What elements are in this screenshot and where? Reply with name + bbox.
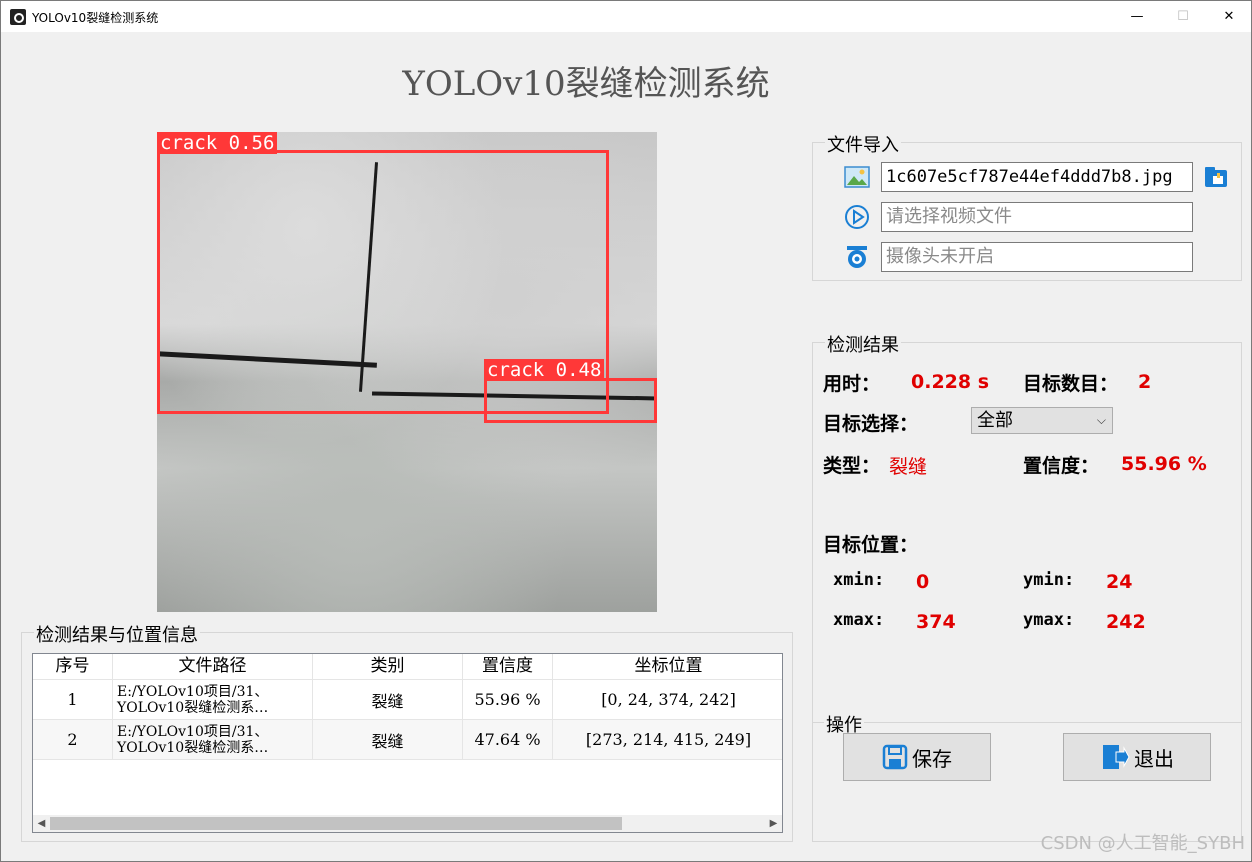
type-value: 裂缝 [889, 456, 928, 478]
camera-icon[interactable] [844, 244, 870, 270]
title-bar: YOLOv10裂缝检测系统 — ☐ ✕ [1, 1, 1251, 32]
horizontal-scrollbar[interactable]: ◀ ▶ [33, 815, 782, 832]
bbox-label: crack 0.56 [157, 132, 278, 154]
cell-index: 1 [33, 680, 113, 720]
video-path-field[interactable]: 请选择视频文件 [881, 202, 1193, 232]
scrollbar-thumb[interactable] [50, 817, 622, 830]
ymax-label: ymax: [1023, 610, 1075, 630]
table-row[interactable]: 1 E:/YOLOv10项目/31、 YOLOv10裂缝检测系… 裂缝 55.9… [33, 680, 782, 720]
cell-path: E:/YOLOv10项目/31、 YOLOv10裂缝检测系… [113, 720, 313, 760]
count-label: 目标数目： [1023, 373, 1119, 395]
results-title: 检测结果 [825, 331, 901, 357]
image-icon[interactable] [844, 164, 870, 190]
header-confidence[interactable]: 置信度 [463, 654, 553, 680]
save-label: 保存 [912, 746, 952, 771]
video-play-icon[interactable] [844, 204, 870, 230]
image-path-field[interactable]: 1c607e5cf787e44ef4ddd7b8.jpg [881, 162, 1193, 192]
window-title: YOLOv10裂缝检测系统 [32, 11, 159, 25]
save-button[interactable]: 保存 [843, 733, 991, 781]
target-select-label: 目标选择： [823, 413, 919, 435]
save-icon [882, 744, 908, 770]
minimize-button[interactable]: — [1114, 1, 1160, 32]
target-select[interactable]: 全部 ⌵ [971, 407, 1113, 434]
folder-open-icon[interactable] [1203, 164, 1229, 190]
detection-image: crack 0.56 crack 0.48 [157, 132, 657, 612]
type-label: 类型： [823, 455, 881, 477]
app-logo-icon [10, 9, 26, 25]
results-table[interactable]: 序号 文件路径 类别 置信度 坐标位置 1 E:/YOLOv10项目/31、 Y… [32, 653, 783, 833]
exit-icon [1103, 745, 1130, 769]
xmin-label: xmin: [833, 570, 885, 590]
xmin-value: 0 [916, 571, 930, 593]
table-title: 检测结果与位置信息 [34, 621, 200, 647]
bbox-label: crack 0.48 [484, 359, 605, 381]
chevron-down-icon: ⌵ [1096, 413, 1106, 427]
scroll-right-icon[interactable]: ▶ [765, 815, 782, 832]
header-index[interactable]: 序号 [33, 654, 113, 680]
cell-confidence: 55.96 % [463, 680, 553, 720]
cell-coords: [0, 24, 374, 242] [553, 680, 782, 720]
header-category[interactable]: 类别 [313, 654, 463, 680]
confidence-value: 55.96 % [1121, 453, 1207, 475]
target-select-value: 全部 [977, 410, 1013, 431]
xmax-value: 374 [916, 611, 956, 633]
bounding-box [484, 378, 657, 423]
xmax-label: xmax: [833, 610, 885, 630]
exit-button[interactable]: 退出 [1063, 733, 1211, 781]
cell-category: 裂缝 [313, 680, 463, 720]
app-title: YOLOv10裂缝检测系统 [402, 64, 770, 104]
header-coords[interactable]: 坐标位置 [553, 654, 782, 680]
table-header: 序号 文件路径 类别 置信度 坐标位置 [33, 654, 782, 680]
watermark: CSDN @人工智能_SYBH [1040, 833, 1245, 854]
time-value: 0.228 s [911, 371, 990, 393]
main-window: YOLOv10裂缝检测系统 — ☐ ✕ YOLOv10裂缝检测系统 crack … [0, 0, 1252, 862]
table-row[interactable]: 2 E:/YOLOv10项目/31、 YOLOv10裂缝检测系… 裂缝 47.6… [33, 720, 782, 760]
confidence-label: 置信度： [1023, 455, 1100, 477]
count-value: 2 [1138, 371, 1152, 393]
cell-path: E:/YOLOv10项目/31、 YOLOv10裂缝检测系… [113, 680, 313, 720]
close-button[interactable]: ✕ [1206, 1, 1252, 32]
cell-index: 2 [33, 720, 113, 760]
maximize-button[interactable]: ☐ [1160, 1, 1206, 32]
cell-category: 裂缝 [313, 720, 463, 760]
file-import-title: 文件导入 [825, 131, 901, 157]
exit-label: 退出 [1134, 746, 1174, 771]
camera-status-field[interactable]: 摄像头未开启 [881, 242, 1193, 272]
time-label: 用时： [823, 373, 881, 395]
header-path[interactable]: 文件路径 [113, 654, 313, 680]
cell-confidence: 47.64 % [463, 720, 553, 760]
position-label: 目标位置： [823, 534, 919, 556]
ymax-value: 242 [1106, 611, 1146, 633]
ymin-value: 24 [1106, 571, 1133, 593]
ymin-label: ymin: [1023, 570, 1075, 590]
cell-coords: [273, 214, 415, 249] [553, 720, 782, 760]
scroll-left-icon[interactable]: ◀ [33, 815, 50, 832]
